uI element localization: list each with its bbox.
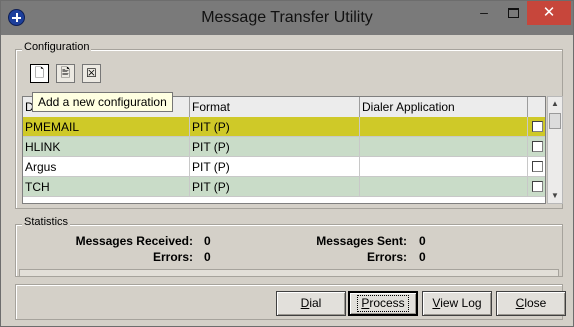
row-checkbox-cell bbox=[528, 177, 545, 197]
messages-received-value: 0 bbox=[204, 234, 211, 248]
delete-icon: ☒ bbox=[86, 66, 97, 80]
row-checkbox[interactable] bbox=[532, 121, 543, 132]
column-header-check[interactable] bbox=[528, 97, 545, 117]
maximize-button[interactable] bbox=[499, 1, 527, 25]
errors-received-value: 0 bbox=[204, 250, 211, 264]
grid-vertical-scrollbar[interactable]: ▲ ▼ bbox=[547, 96, 563, 204]
row-dialer bbox=[360, 157, 528, 177]
minimize-button[interactable]: – bbox=[470, 1, 498, 25]
edit-config-button[interactable]: 🖹 bbox=[56, 64, 75, 83]
messages-sent-label: Messages Sent: bbox=[316, 234, 407, 248]
scroll-up-icon[interactable]: ▲ bbox=[548, 97, 562, 111]
row-dialer bbox=[360, 117, 528, 137]
statistics-scroll-strip bbox=[19, 269, 559, 277]
row-checkbox-cell bbox=[528, 137, 545, 157]
messages-sent-value: 0 bbox=[419, 234, 426, 248]
table-row[interactable]: PMEMAIL PIT (P) bbox=[23, 117, 545, 137]
edit-document-icon: 🖹 bbox=[60, 66, 71, 80]
row-name: PMEMAIL bbox=[23, 117, 190, 137]
delete-config-button[interactable]: ☒ bbox=[82, 64, 101, 83]
scroll-down-icon[interactable]: ▼ bbox=[548, 189, 562, 203]
row-name: TCH bbox=[23, 177, 190, 197]
errors-sent-value: 0 bbox=[419, 250, 426, 264]
messages-received-label: Messages Received: bbox=[75, 234, 193, 248]
statistics-label: Statistics bbox=[22, 216, 71, 228]
close-label-rest: lose bbox=[524, 296, 547, 310]
table-row[interactable]: TCH PIT (P) bbox=[23, 177, 545, 197]
row-dialer bbox=[360, 137, 528, 157]
row-format: PIT (P) bbox=[190, 157, 360, 177]
column-header-dialer[interactable]: Dialer Application bbox=[360, 97, 528, 117]
row-checkbox-cell bbox=[528, 157, 545, 177]
row-checkbox[interactable] bbox=[532, 161, 543, 172]
configuration-grid[interactable]: D Format Dialer Application PMEMAIL PIT (… bbox=[22, 96, 546, 204]
row-checkbox[interactable] bbox=[532, 181, 543, 192]
row-name: HLINK bbox=[23, 137, 190, 157]
configuration-label: Configuration bbox=[22, 41, 92, 53]
close-window-button[interactable]: ✕ bbox=[527, 1, 571, 25]
new-config-button[interactable]: 🗋 bbox=[30, 64, 49, 83]
title-bar[interactable]: Message Transfer Utility – ✕ bbox=[1, 1, 573, 35]
row-format: PIT (P) bbox=[190, 117, 360, 137]
errors-received-label: Errors: bbox=[152, 250, 193, 264]
row-checkbox-cell bbox=[528, 117, 545, 137]
row-checkbox[interactable] bbox=[532, 141, 543, 152]
table-row[interactable]: HLINK PIT (P) bbox=[23, 137, 545, 157]
scroll-thumb[interactable] bbox=[549, 113, 561, 129]
row-format: PIT (P) bbox=[190, 177, 360, 197]
view-log-button[interactable]: View Log bbox=[422, 291, 492, 316]
close-button[interactable]: Close bbox=[496, 291, 566, 316]
view-log-label-rest: iew Log bbox=[440, 296, 482, 310]
process-focus: Process bbox=[357, 295, 409, 312]
add-config-tooltip: Add a new configuration bbox=[32, 92, 173, 112]
row-dialer bbox=[360, 177, 528, 197]
row-format: PIT (P) bbox=[190, 137, 360, 157]
app-window: Message Transfer Utility – ✕ Configurati… bbox=[0, 0, 574, 327]
process-button[interactable]: Process bbox=[348, 291, 418, 316]
column-header-format[interactable]: Format bbox=[190, 97, 360, 117]
dial-label-rest: ial bbox=[309, 296, 322, 310]
maximize-icon bbox=[507, 8, 519, 18]
errors-sent-label: Errors: bbox=[366, 250, 407, 264]
new-document-icon: 🗋 bbox=[34, 66, 45, 80]
table-row[interactable]: Argus PIT (P) bbox=[23, 157, 545, 177]
dial-button[interactable]: Dial bbox=[276, 291, 346, 316]
row-name: Argus bbox=[23, 157, 190, 177]
process-label-rest: rocess bbox=[369, 296, 405, 310]
